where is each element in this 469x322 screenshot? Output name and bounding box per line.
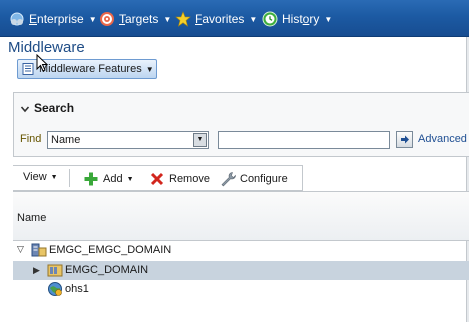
arrow-right-icon xyxy=(401,135,409,144)
chevron-down-icon: ▼ xyxy=(324,14,333,24)
nav-favorites-menu[interactable]: Favorites ▼ xyxy=(175,10,257,28)
toolbar-divider xyxy=(69,169,70,187)
chevron-down-icon: ▼ xyxy=(145,64,154,74)
features-list-icon xyxy=(22,63,34,75)
nav-history-menu[interactable]: History ▼ xyxy=(262,10,332,28)
weblogic-domain-icon xyxy=(31,242,47,258)
chevron-down-icon: ▼ xyxy=(88,14,97,24)
view-menu[interactable]: View ▼ xyxy=(23,171,58,183)
wrench-icon xyxy=(220,171,236,187)
nav-enterprise-label: Enterprise xyxy=(29,12,84,26)
search-go-button[interactable] xyxy=(396,131,413,148)
domain-folder-icon xyxy=(47,262,63,278)
middleware-features-label: Middleware Features xyxy=(39,63,142,75)
column-header-name[interactable]: Name xyxy=(17,212,46,224)
configure-label: Configure xyxy=(240,173,288,185)
remove-x-icon xyxy=(149,171,165,187)
find-field-value: Name xyxy=(51,134,81,146)
targets-icon xyxy=(99,11,115,27)
disclosure-expanded-icon[interactable]: ▽ xyxy=(17,244,24,255)
tree-row-emgc-domain[interactable]: ▶ EMGC_DOMAIN xyxy=(13,261,469,280)
disclosure-expanded-icon[interactable] xyxy=(20,103,30,113)
tree-row-label[interactable]: EMGC_DOMAIN xyxy=(65,264,148,276)
disclosure-collapsed-icon[interactable]: ▶ xyxy=(33,265,40,276)
configure-button[interactable]: Configure xyxy=(220,171,288,187)
favorites-star-icon xyxy=(175,11,191,27)
search-header-label: Search xyxy=(34,101,75,115)
http-server-icon xyxy=(47,281,63,297)
view-label: View xyxy=(23,171,47,183)
tree-row-ohs1[interactable]: ohs1 xyxy=(13,280,469,299)
advanced-search-link[interactable]: Advanced xyxy=(418,133,467,145)
chevron-down-icon: ▼ xyxy=(50,173,58,181)
find-field-select[interactable]: Name ▼ xyxy=(47,131,209,149)
chevron-down-icon: ▼ xyxy=(249,14,258,24)
nav-enterprise-menu[interactable]: Enterprise ▼ xyxy=(9,10,97,28)
search-panel: Search Find Name ▼ Advanced xyxy=(13,92,469,157)
add-label: Add xyxy=(103,173,123,185)
mouse-pointer-icon xyxy=(36,53,49,72)
add-menu-button[interactable]: Add ▼ xyxy=(83,171,134,187)
search-header[interactable]: Search xyxy=(20,101,74,115)
chevron-down-icon: ▼ xyxy=(163,14,172,24)
chevron-down-icon: ▼ xyxy=(126,175,134,183)
find-label: Find xyxy=(20,133,42,145)
table-header: Name xyxy=(13,191,469,241)
dropdown-arrow-icon[interactable]: ▼ xyxy=(193,133,207,147)
global-nav-bar: Enterprise ▼ Targets ▼ Favorites ▼ Histo… xyxy=(0,0,469,37)
tree-row-emgc-emgc-domain[interactable]: ▽ EMGC_EMGC_DOMAIN xyxy=(13,241,469,260)
nav-targets-menu[interactable]: Targets ▼ xyxy=(99,10,171,28)
enterprise-icon xyxy=(9,11,25,27)
add-plus-icon xyxy=(83,171,99,187)
history-icon xyxy=(262,11,278,27)
remove-button[interactable]: Remove xyxy=(149,171,210,187)
search-text-input[interactable] xyxy=(218,131,390,149)
tree-row-label[interactable]: ohs1 xyxy=(65,283,89,295)
nav-favorites-label: Favorites xyxy=(195,12,245,26)
tree-row-label[interactable]: EMGC_EMGC_DOMAIN xyxy=(49,244,171,256)
table-toolbar: View ▼ Add ▼ Remove Configure xyxy=(13,165,303,191)
nav-targets-label: Targets xyxy=(119,12,159,26)
nav-history-label: History xyxy=(282,12,320,26)
remove-label: Remove xyxy=(169,173,210,185)
